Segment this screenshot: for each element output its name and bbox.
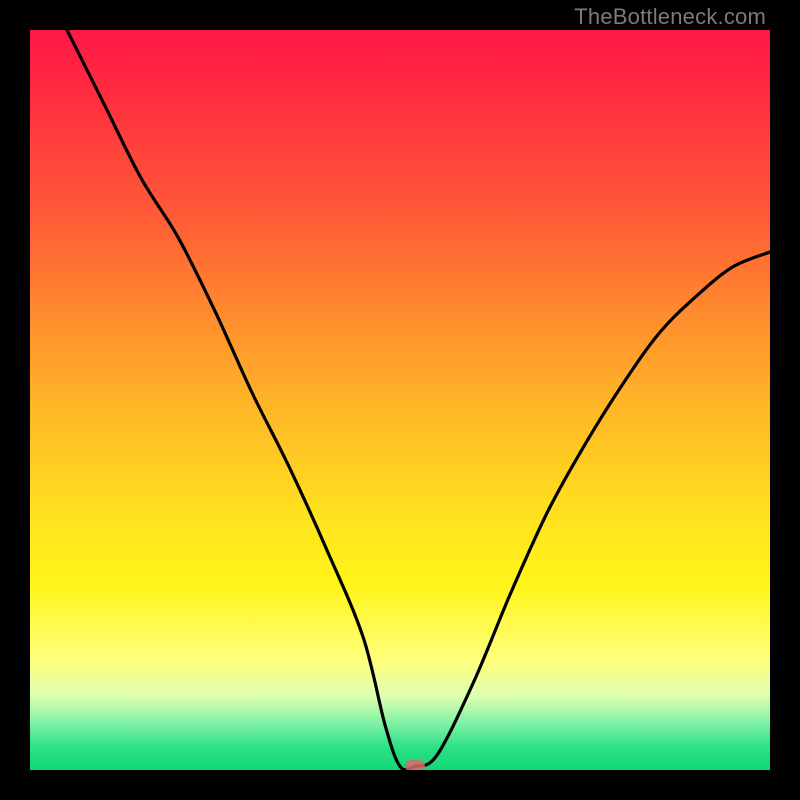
bottleneck-curve xyxy=(30,30,770,770)
optimum-marker xyxy=(405,760,425,770)
chart-frame: TheBottleneck.com xyxy=(0,0,800,800)
plot-area xyxy=(30,30,770,770)
watermark-text: TheBottleneck.com xyxy=(574,4,766,30)
